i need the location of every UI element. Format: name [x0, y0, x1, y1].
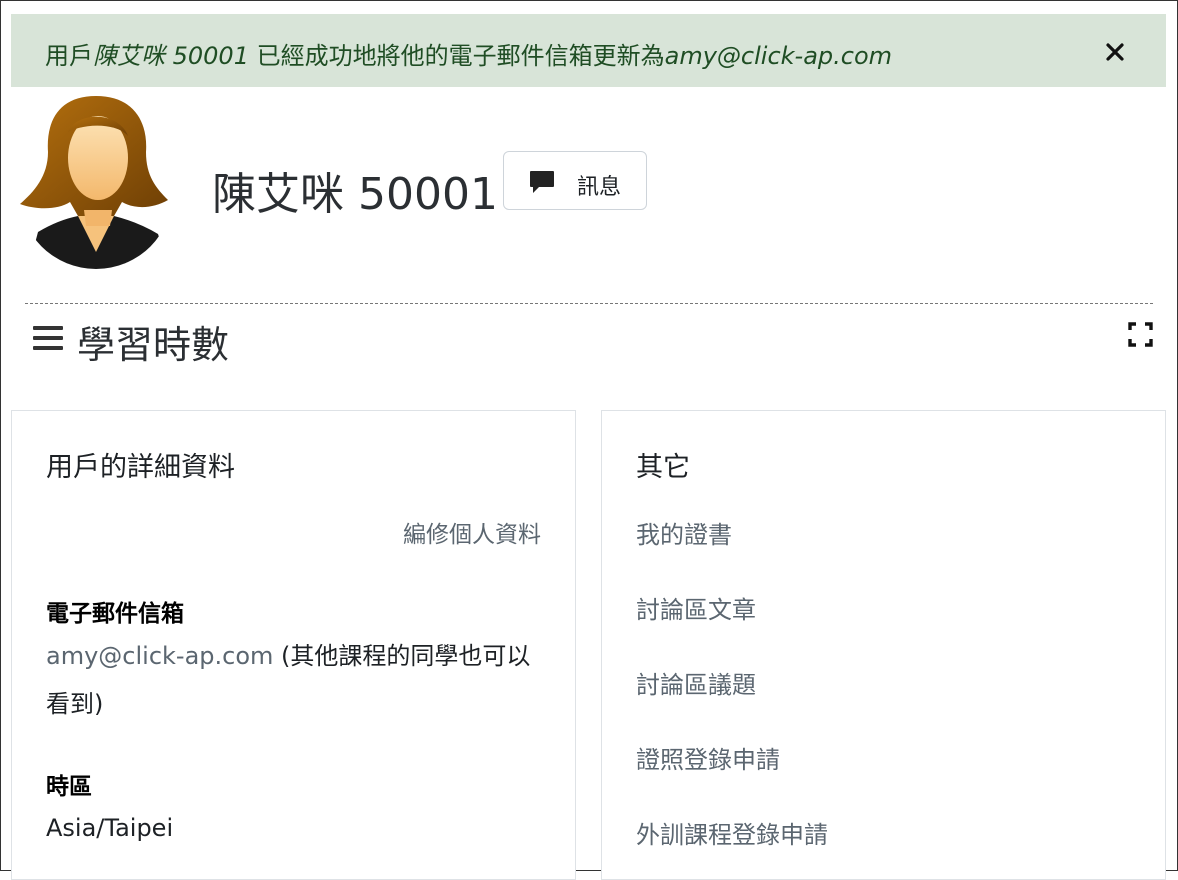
message-button[interactable]: 訊息: [503, 151, 647, 210]
success-alert: 用戶陳艾咪 50001 已經成功地將他的電子郵件信箱更新為amy@click-a…: [11, 14, 1166, 87]
email-label: 電子郵件信箱: [46, 601, 184, 627]
user-details-title: 用戶的詳細資料: [46, 452, 235, 483]
timezone-value: Asia/Taipei: [46, 814, 174, 842]
other-title: 其它: [636, 452, 690, 483]
edit-profile-link[interactable]: 編修個人資料: [403, 515, 541, 549]
email-value: amy@click-ap.com (其他課程的同學也可以看到): [46, 632, 546, 728]
alert-middle: 已經成功地將他的電子郵件信箱更新為: [248, 42, 665, 70]
alert-user: 陳艾咪 50001: [93, 42, 249, 70]
avatar: [19, 96, 173, 269]
section-title: 學習時數: [77, 323, 230, 367]
header-divider: [25, 303, 1153, 304]
certification-request-link[interactable]: 證照登錄申請: [636, 740, 780, 775]
menu-icon[interactable]: [33, 326, 63, 352]
timezone-label: 時區: [46, 774, 92, 800]
certificates-link[interactable]: 我的證書: [636, 515, 732, 550]
email-link[interactable]: amy@click-ap.com: [46, 642, 273, 670]
close-icon[interactable]: [1104, 41, 1126, 63]
user-fullname: 陳艾咪 50001: [212, 169, 498, 220]
fullscreen-icon[interactable]: [1128, 322, 1153, 347]
forum-posts-link[interactable]: 討論區文章: [636, 590, 756, 625]
external-course-request-link[interactable]: 外訓課程登錄申請: [636, 815, 828, 850]
user-details-card: 用戶的詳細資料 編修個人資料 電子郵件信箱 amy@click-ap.com (…: [11, 410, 576, 880]
message-button-label: 訊息: [577, 175, 622, 200]
message-icon: [530, 171, 554, 193]
forum-discussions-link[interactable]: 討論區議題: [636, 665, 756, 700]
alert-email: amy@click-ap.com: [664, 42, 893, 70]
other-card: 其它 我的證書 討論區文章 討論區議題 證照登錄申請 外訓課程登錄申請: [601, 410, 1166, 880]
alert-prefix: 用戶: [45, 42, 93, 70]
